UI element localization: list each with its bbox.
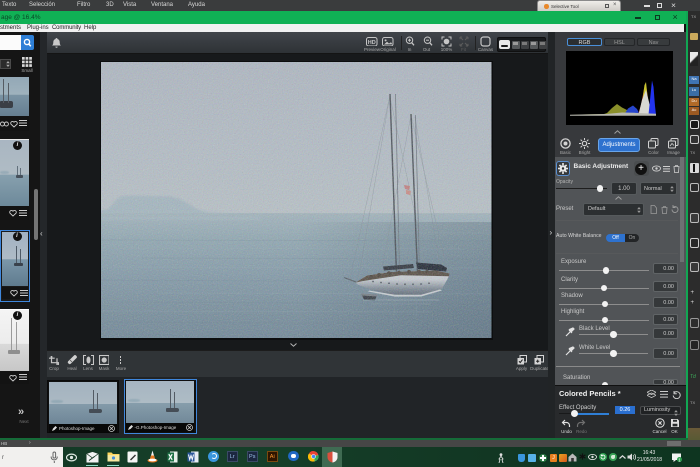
svg-text:HD: HD xyxy=(368,40,376,46)
